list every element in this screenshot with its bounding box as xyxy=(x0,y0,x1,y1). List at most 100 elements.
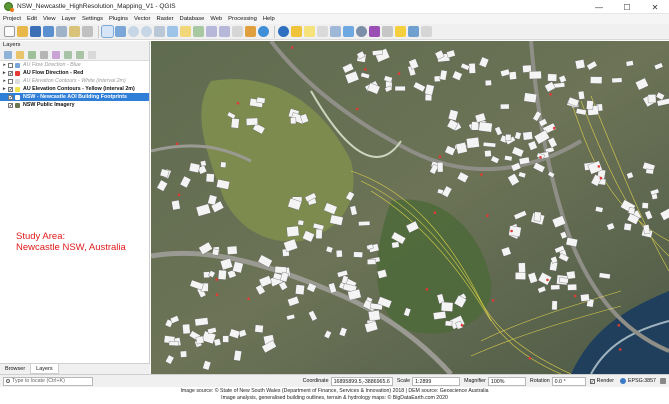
new-map-view-icon[interactable] xyxy=(232,26,243,37)
menu-edit[interactable]: Edit xyxy=(27,16,37,22)
flow-direction-marker xyxy=(491,299,495,302)
coordinate-field[interactable]: 16895899.5,-3886965.6 xyxy=(330,376,393,386)
close-button[interactable]: ✕ xyxy=(641,0,669,14)
flow-direction-marker xyxy=(215,278,218,281)
zoom-out-icon[interactable] xyxy=(141,26,152,37)
select-features-icon[interactable] xyxy=(304,26,315,37)
layer-visibility-checkbox[interactable]: ✓ xyxy=(8,70,13,76)
layer-row[interactable]: ✓ NSW Public Imagery xyxy=(0,101,149,109)
menu-processing[interactable]: Processing xyxy=(228,16,257,22)
bookmark-icon[interactable] xyxy=(408,26,419,37)
layer-label: AU Elevation Contours - Yellow (interval… xyxy=(23,86,135,92)
zoom-native-icon[interactable] xyxy=(154,26,165,37)
open-styling-icon[interactable] xyxy=(4,51,12,59)
style-manager-icon[interactable] xyxy=(82,26,93,37)
pan-hand-icon[interactable] xyxy=(101,25,114,38)
menu-project[interactable]: Project xyxy=(3,16,21,22)
menu-bar: Project Edit View Layer Settings Plugins… xyxy=(0,14,669,24)
scale-field[interactable]: 1:2899 xyxy=(412,376,461,386)
building-footprint xyxy=(586,100,594,110)
manage-themes-icon[interactable] xyxy=(28,51,36,59)
layout-manager-icon[interactable] xyxy=(69,26,80,37)
magnifier-field[interactable]: 100% xyxy=(487,376,526,386)
menu-view[interactable]: View xyxy=(43,16,55,22)
window-title: NSW_Newcastle_HighResolution_Mapping_V1 … xyxy=(17,3,176,10)
save-project-icon[interactable] xyxy=(30,26,41,37)
rotation-label: Rotation xyxy=(529,378,550,384)
layer-visibility-checkbox[interactable]: ✓ xyxy=(8,94,13,100)
crs-globe-icon[interactable] xyxy=(620,378,627,384)
flow-direction-marker xyxy=(364,68,367,71)
menu-database[interactable]: Database xyxy=(180,16,205,22)
new-project-icon[interactable] xyxy=(4,26,15,37)
statistics-sigma-icon[interactable] xyxy=(369,26,380,37)
flow-direction-marker xyxy=(215,293,219,296)
zoom-layer-icon[interactable] xyxy=(193,26,204,37)
raster-layer-icon xyxy=(15,102,20,108)
layer-row[interactable]: ▸ AU Elevation Contours - White (interva… xyxy=(0,77,149,85)
field-calculator-icon[interactable] xyxy=(343,26,354,37)
zoom-full-icon[interactable] xyxy=(167,26,178,37)
building-footprint xyxy=(222,335,229,343)
temporal-controller-icon[interactable] xyxy=(245,26,256,37)
menu-help[interactable]: Help xyxy=(263,16,275,22)
building-footprint xyxy=(550,284,560,290)
refresh-icon[interactable] xyxy=(258,26,269,37)
layer-row[interactable]: ▸ ✓ AU Elevation Contours - Yellow (inte… xyxy=(0,85,149,93)
building-footprint xyxy=(168,341,179,346)
save-as-icon[interactable] xyxy=(43,26,54,37)
filter-legend-icon[interactable] xyxy=(40,51,48,59)
layer-visibility-checkbox[interactable]: ✓ xyxy=(8,86,13,92)
locator-placeholder: Type to locate (Ctrl+K) xyxy=(12,378,65,384)
layer-row[interactable]: ▸ AU Flow Direction - Blue xyxy=(0,61,149,69)
menu-vector[interactable]: Vector xyxy=(134,16,150,22)
render-checkbox[interactable]: ✓ xyxy=(589,378,595,384)
menu-settings[interactable]: Settings xyxy=(82,16,103,22)
settings-gear-icon[interactable] xyxy=(356,26,367,37)
menu-plugins[interactable]: Plugins xyxy=(109,16,128,22)
minimize-button[interactable]: — xyxy=(585,0,613,14)
map-tips-icon[interactable] xyxy=(395,26,406,37)
locator-search-input[interactable]: Type to locate (Ctrl+K) xyxy=(3,376,93,386)
building-footprint xyxy=(394,86,406,91)
open-project-icon[interactable] xyxy=(17,26,28,37)
maximize-button[interactable]: ☐ xyxy=(613,0,641,14)
expand-all-icon[interactable] xyxy=(64,51,72,59)
menu-raster[interactable]: Raster xyxy=(156,16,173,22)
line-layer-icon xyxy=(15,70,20,76)
remove-layer-icon[interactable] xyxy=(88,51,96,59)
menu-layer[interactable]: Layer xyxy=(62,16,77,22)
messages-icon[interactable] xyxy=(660,378,666,384)
building-footprint xyxy=(205,173,215,183)
flow-direction-marker xyxy=(175,142,179,146)
text-annotation-icon[interactable] xyxy=(421,26,432,37)
measure-icon[interactable] xyxy=(382,26,393,37)
epsg-label[interactable]: EPSG:3857 xyxy=(628,378,656,384)
zoom-selection-icon[interactable] xyxy=(180,26,191,37)
action-icon[interactable] xyxy=(291,26,302,37)
map-canvas[interactable] xyxy=(151,41,669,374)
identify-icon[interactable] xyxy=(278,26,289,37)
zoom-in-icon[interactable] xyxy=(128,26,139,37)
layer-row-selected[interactable]: ✓ NSW - Newcastle AOI Building Footprint… xyxy=(0,93,149,101)
menu-web[interactable]: Web xyxy=(210,16,222,22)
rotation-field[interactable]: 0.0 ° xyxy=(551,376,586,386)
tab-layers[interactable]: Layers xyxy=(30,364,59,374)
filter-expression-icon[interactable] xyxy=(52,51,60,59)
pan-to-selection-icon[interactable] xyxy=(115,26,126,37)
print-layout-icon[interactable] xyxy=(56,26,67,37)
deselect-icon[interactable] xyxy=(317,26,328,37)
attribute-table-icon[interactable] xyxy=(330,26,341,37)
tab-browser[interactable]: Browser xyxy=(0,364,30,374)
layer-row[interactable]: ▸ ✓ AU Flow Direction - Red xyxy=(0,69,149,77)
building-footprint xyxy=(455,142,468,155)
zoom-last-icon[interactable] xyxy=(206,26,217,37)
layer-visibility-checkbox[interactable]: ✓ xyxy=(8,102,13,108)
layer-visibility-checkbox[interactable] xyxy=(8,62,13,68)
qgis-window: NSW_Newcastle_HighResolution_Mapping_V1 … xyxy=(0,0,669,404)
building-footprint xyxy=(194,317,209,327)
collapse-all-icon[interactable] xyxy=(76,51,84,59)
layer-visibility-checkbox[interactable] xyxy=(8,78,13,84)
zoom-next-icon[interactable] xyxy=(219,26,230,37)
add-group-icon[interactable] xyxy=(16,51,24,59)
